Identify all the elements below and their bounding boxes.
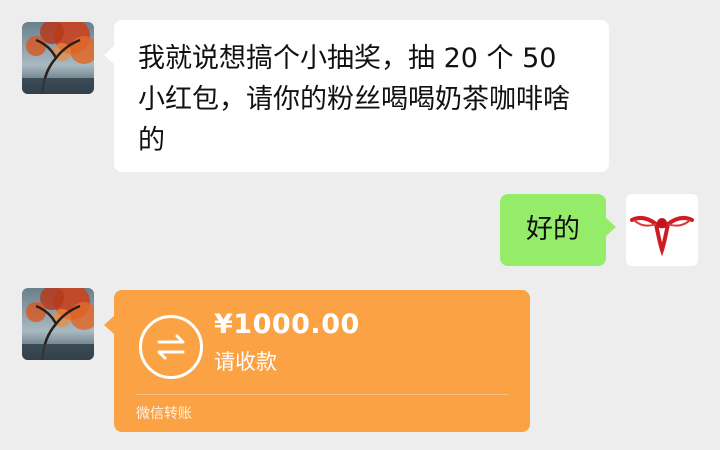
transfer-amount: ¥1000.00 bbox=[214, 309, 360, 340]
contact-avatar[interactable] bbox=[22, 288, 94, 360]
divider bbox=[136, 394, 508, 395]
wechat-transfer-card[interactable]: ¥1000.00 请收款 微信转账 bbox=[104, 290, 530, 432]
incoming-message-bubble[interactable]: 我就说想搞个小抽奖，抽 20 个 50 小红包，请你的粉丝喝喝奶茶咖啡啥的 bbox=[104, 20, 609, 172]
message-text: 我就说想搞个小抽奖，抽 20 个 50 小红包，请你的粉丝喝喝奶茶咖啡啥的 bbox=[138, 43, 570, 156]
transfer-status: 请收款 bbox=[214, 350, 277, 374]
autumn-tree-avatar-icon bbox=[22, 288, 94, 360]
autumn-tree-avatar-icon bbox=[22, 22, 94, 94]
outgoing-message-bubble[interactable]: 好的 bbox=[500, 194, 616, 266]
red-knot-icon bbox=[630, 215, 694, 257]
my-avatar[interactable] bbox=[626, 194, 698, 266]
message-text: 好的 bbox=[526, 214, 580, 245]
contact-avatar[interactable] bbox=[22, 22, 94, 94]
transfer-footer-label: 微信转账 bbox=[136, 406, 192, 422]
transfer-arrows-icon bbox=[139, 315, 203, 379]
